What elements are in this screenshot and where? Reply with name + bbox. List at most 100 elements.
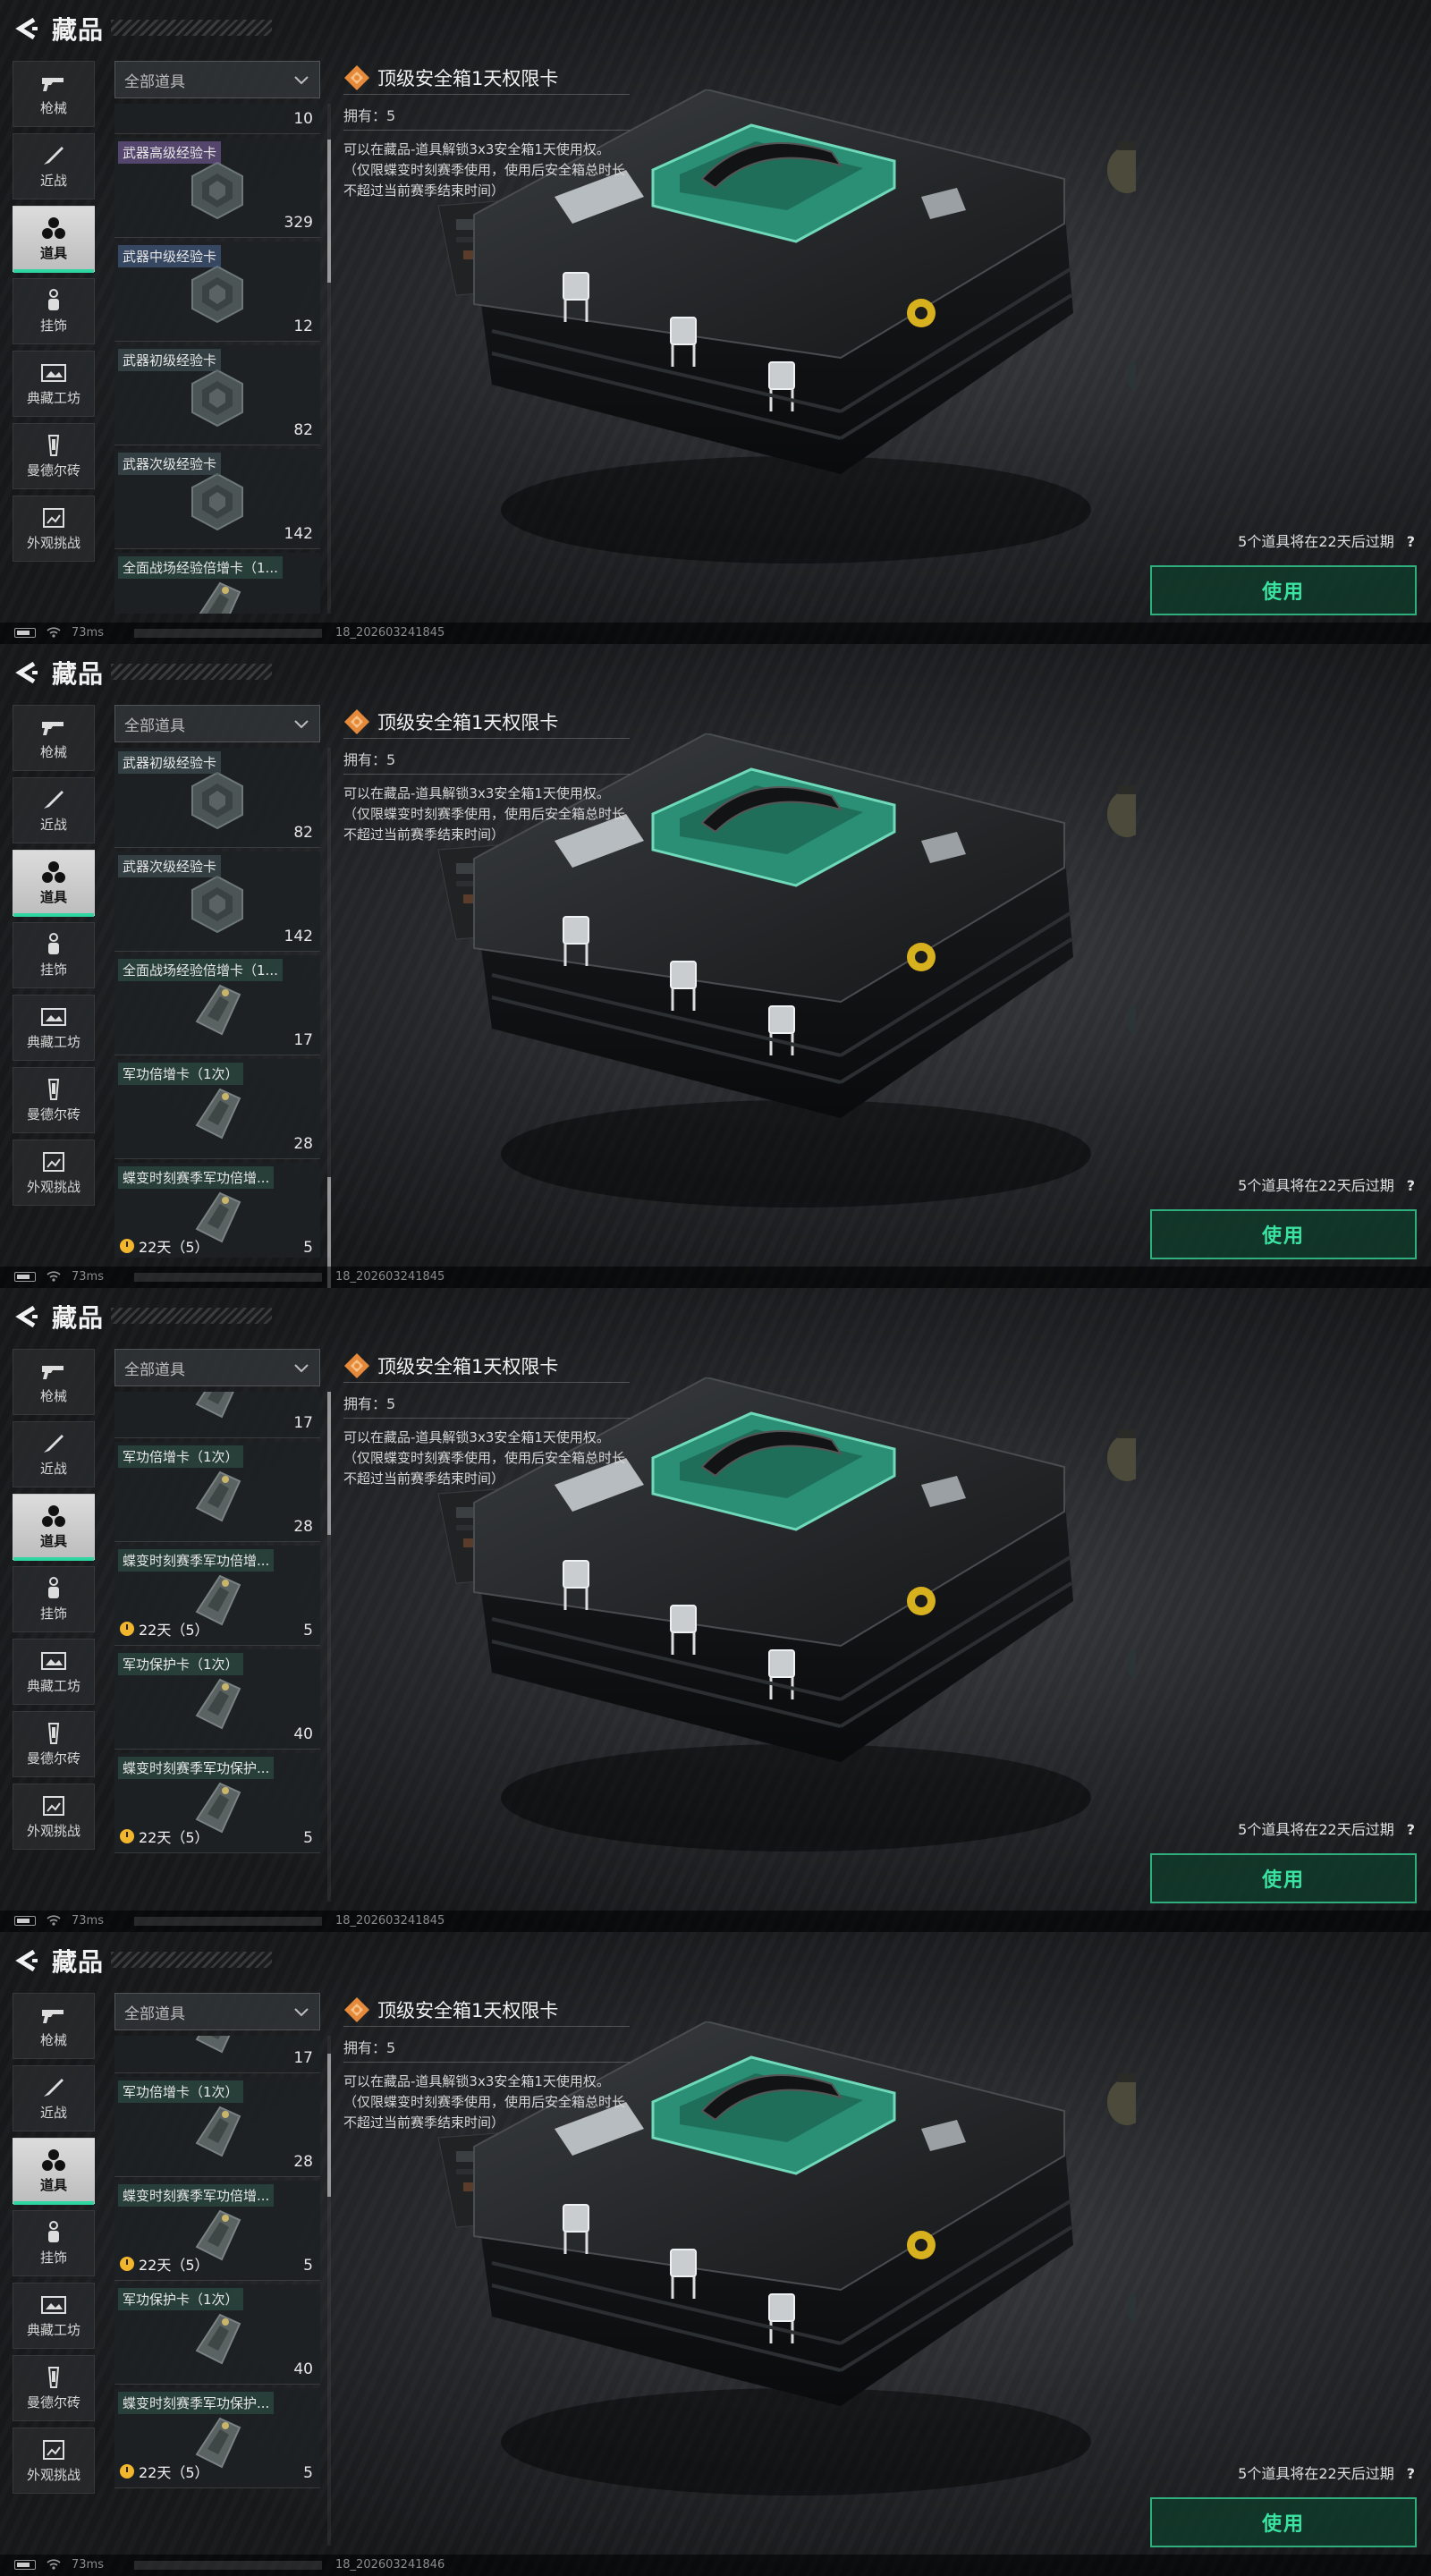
help-icon[interactable]: ? (1407, 1177, 1415, 1194)
item-list[interactable]: 武器初级经验卡 82 武器次级经验卡 142 全面战场经验倍增卡（1... 17 军功… (114, 748, 320, 1258)
help-icon[interactable]: ? (1407, 1821, 1415, 1838)
item-thumbnail (186, 977, 249, 1039)
expiry-timer: 22天（5） (120, 1618, 209, 1640)
nav-item-1[interactable]: 近战 (13, 133, 95, 199)
status-bar: 73ms 18_202603241845 (0, 1267, 1431, 1288)
nav-item-2[interactable]: 道具 (13, 206, 95, 273)
list-item[interactable]: 全面战场经验倍增卡（1... (114, 553, 320, 614)
list-item[interactable]: 武器中级经验卡 12 (114, 242, 320, 342)
knife-icon (38, 1432, 69, 1455)
nav-item-6[interactable]: 外观挑战 (13, 2428, 95, 2494)
list-scrollbar[interactable] (327, 1392, 331, 1902)
nav-item-4[interactable]: 典藏工坊 (13, 1639, 95, 1705)
back-icon[interactable] (13, 1302, 41, 1331)
nav-item-0[interactable]: 枪械 (13, 1993, 95, 2059)
use-button[interactable]: 使用 (1150, 1209, 1417, 1259)
list-item[interactable]: 蝶变时刻赛季军功保护... 22天（5） 5 (114, 1753, 320, 1853)
use-button[interactable]: 使用 (1150, 1853, 1417, 1903)
list-item[interactable]: 军功保护卡（1次） 40 (114, 1649, 320, 1750)
list-item[interactable]: 蝶变时刻赛季军功倍增... 22天（5） 5 (114, 2181, 320, 2281)
list-scrollbar[interactable] (327, 104, 331, 614)
items-icon (38, 2148, 69, 2172)
top-bar: 藏品 (0, 1288, 1431, 1345)
expiry-timer: 22天（5） (120, 2461, 209, 2482)
chevron-down-icon (292, 2003, 310, 2021)
scrollbar-thumb[interactable] (327, 140, 331, 283)
back-icon[interactable] (13, 658, 41, 687)
scrollbar-thumb[interactable] (327, 2054, 331, 2197)
back-icon[interactable] (13, 1946, 41, 1975)
list-item[interactable]: 军功倍增卡（1次） 28 (114, 1442, 320, 1542)
item-list[interactable]: 17 军功倍增卡（1次） 28 蝶变时刻赛季军功倍增... 22天（5） 5 军功保护… (114, 2036, 320, 2546)
nav-item-4[interactable]: 典藏工坊 (13, 2283, 95, 2349)
expiry-text: 22天（5） (139, 1239, 209, 1256)
title-decoration (111, 1952, 272, 1968)
list-item[interactable]: 蝶变时刻赛季军功倍增... 22天（5） 5 (114, 1163, 320, 1258)
item-filter-dropdown[interactable]: 全部道具 (114, 1349, 320, 1386)
use-button[interactable]: 使用 (1150, 2497, 1417, 2547)
list-item[interactable]: 军功倍增卡（1次） 28 (114, 1059, 320, 1159)
nav-item-5[interactable]: 曼德尔砖 (13, 1067, 95, 1133)
nav-item-5[interactable]: 曼德尔砖 (13, 423, 95, 489)
brick-icon (38, 434, 69, 457)
nav-item-label: 枪械 (39, 99, 67, 116)
nav-item-4[interactable]: 典藏工坊 (13, 351, 95, 417)
list-item[interactable]: 17 (114, 1392, 320, 1438)
expiry-text: 22天（5） (139, 2464, 209, 2481)
use-button-label: 使用 (1261, 1869, 1305, 1892)
list-item[interactable]: 军功保护卡（1次） 40 (114, 2284, 320, 2385)
nav-item-3[interactable]: 挂饰 (13, 278, 95, 344)
nav-item-1[interactable]: 近战 (13, 2065, 95, 2131)
nav-item-2[interactable]: 道具 (13, 2138, 95, 2205)
nav-item-4[interactable]: 典藏工坊 (13, 995, 95, 1061)
nav-item-3[interactable]: 挂饰 (13, 2210, 95, 2276)
nav-item-6[interactable]: 外观挑战 (13, 1784, 95, 1850)
nav-item-3[interactable]: 挂饰 (13, 1566, 95, 1632)
nav-item-5[interactable]: 曼德尔砖 (13, 1711, 95, 1777)
item-filter-dropdown[interactable]: 全部道具 (114, 705, 320, 742)
detail-description: 可以在藏品-道具解锁3x3安全箱1天使用权。（仅限蝶变时刻赛季使用，使用后安全箱… (343, 141, 626, 199)
list-item[interactable]: 武器初级经验卡 82 (114, 748, 320, 848)
item-list[interactable]: 17 军功倍增卡（1次） 28 蝶变时刻赛季军功倍增... 22天（5） 5 军功保护… (114, 1392, 320, 1902)
nav-item-2[interactable]: 道具 (13, 1494, 95, 1561)
nav-item-6[interactable]: 外观挑战 (13, 1140, 95, 1206)
list-item[interactable]: 武器高级经验卡 329 (114, 138, 320, 238)
list-item[interactable]: 10 (114, 104, 320, 134)
back-icon[interactable] (13, 14, 41, 43)
nav-item-label: 道具 (39, 888, 67, 905)
rarity-diamond-icon (343, 708, 370, 735)
list-item[interactable]: 武器次级经验卡 142 (114, 449, 320, 549)
list-scrollbar[interactable] (327, 748, 331, 1288)
title-decoration (111, 664, 272, 680)
charm-icon (38, 1576, 69, 1600)
help-icon[interactable]: ? (1407, 533, 1415, 550)
nav-item-5[interactable]: 曼德尔砖 (13, 2355, 95, 2421)
scrollbar-thumb[interactable] (327, 1392, 331, 1535)
nav-item-1[interactable]: 近战 (13, 1421, 95, 1487)
item-filter-dropdown[interactable]: 全部道具 (114, 1993, 320, 2030)
list-item[interactable]: 蝶变时刻赛季军功倍增... 22天（5） 5 (114, 1546, 320, 1646)
nav-item-0[interactable]: 枪械 (13, 61, 95, 127)
workshop-icon (38, 2293, 69, 2317)
nav-item-3[interactable]: 挂饰 (13, 922, 95, 988)
expiry-timer: 22天（5） (120, 1235, 209, 1257)
nav-item-0[interactable]: 枪械 (13, 1349, 95, 1415)
nav-item-6[interactable]: 外观挑战 (13, 496, 95, 562)
help-icon[interactable]: ? (1407, 2465, 1415, 2482)
list-item[interactable]: 蝶变时刻赛季军功保护... 22天（5） 5 (114, 2388, 320, 2488)
list-item[interactable]: 军功倍增卡（1次） 28 (114, 2077, 320, 2177)
list-item[interactable]: 全面战场经验倍增卡（1... 17 (114, 955, 320, 1055)
nav-item-0[interactable]: 枪械 (13, 705, 95, 771)
detail-description: 可以在藏品-道具解锁3x3安全箱1天使用权。（仅限蝶变时刻赛季使用，使用后安全箱… (343, 785, 626, 843)
item-filter-dropdown[interactable]: 全部道具 (114, 61, 320, 98)
expiry-text: 22天（5） (139, 2257, 209, 2274)
list-scrollbar[interactable] (327, 2036, 331, 2546)
item-list[interactable]: 10 武器高级经验卡 329 武器中级经验卡 12 武器初级经验卡 82 武器次级经验… (114, 104, 320, 614)
list-item[interactable]: 武器初级经验卡 82 (114, 345, 320, 445)
nav-item-2[interactable]: 道具 (13, 850, 95, 917)
nav-item-1[interactable]: 近战 (13, 777, 95, 843)
list-item[interactable]: 17 (114, 2036, 320, 2073)
nav-item-label: 曼德尔砖 (26, 1106, 80, 1123)
use-button[interactable]: 使用 (1150, 565, 1417, 615)
list-item[interactable]: 武器次级经验卡 142 (114, 852, 320, 952)
